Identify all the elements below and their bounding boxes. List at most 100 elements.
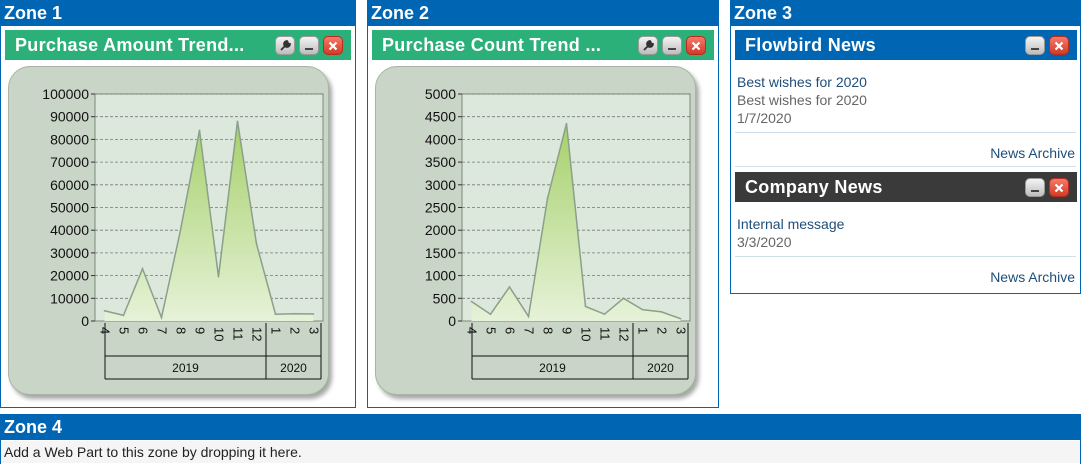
x-tick-label: 9 (193, 327, 208, 334)
y-tick-label: 20000 (50, 268, 89, 284)
purchase-amount-chart: 0 10000 20000 30000 40000 50000 60000 70000 8000… (42, 86, 324, 380)
purchase-amount-title-bar: Purchase Amount Trend... (5, 30, 351, 60)
data-point (527, 315, 530, 318)
y-tick-label: 60000 (50, 177, 89, 193)
data-point (660, 311, 663, 313)
data-point (179, 229, 182, 231)
x-tick-label: 6 (136, 327, 151, 334)
data-point (622, 297, 625, 300)
y-tick-label: 3500 (425, 154, 456, 170)
purchase-count-chart: 0 500 1000 1500 2000 2500 3000 3500 4000 4500 5000… (425, 86, 691, 380)
zone-3: Zone 3 Flowbird News Best wishes for 202… (730, 0, 1081, 294)
data-point (584, 305, 587, 308)
data-point (641, 308, 644, 311)
close-icon[interactable] (1049, 178, 1069, 197)
y-tick-label: 10000 (50, 290, 89, 306)
y-tick-label: 30000 (50, 245, 89, 261)
data-point (565, 122, 568, 125)
divider (735, 256, 1076, 257)
purchase-amount-title[interactable]: Purchase Amount Trend... (15, 35, 245, 55)
y-tick-label: 1500 (425, 245, 456, 261)
company-news-list: Internal message 3/3/2020 (737, 215, 1077, 251)
company-news-title[interactable]: Company News (745, 177, 883, 197)
y-tick-label: 2500 (425, 200, 456, 216)
y-tick-label: 0 (81, 313, 89, 329)
purchase-count-title-bar: Purchase Count Trend ... (372, 30, 714, 60)
purchase-amount-chart-frame: 0 10000 20000 30000 40000 50000 60000 70000 8000… (8, 66, 329, 395)
x-tick-label: 4 (98, 327, 113, 334)
zone-2-header: Zone 2 (368, 1, 718, 26)
close-icon[interactable] (323, 36, 343, 55)
data-point (198, 129, 201, 132)
x-tick-label: 5 (117, 327, 132, 334)
zone-1: Zone 1 Purchase Amount Trend... 0 10000 20… (0, 0, 356, 408)
data-point (679, 317, 682, 320)
minimize-icon[interactable] (662, 36, 682, 55)
webpart-controls (275, 36, 343, 55)
minimize-icon[interactable] (1025, 36, 1045, 55)
data-point (312, 313, 315, 315)
data-point (603, 313, 606, 315)
y-tick-label: 100000 (42, 86, 89, 102)
minimize-icon[interactable] (299, 36, 319, 55)
flowbird-news-list: Best wishes for 2020 Best wishes for 202… (737, 73, 1077, 127)
data-point (255, 243, 258, 245)
zone-3-header: Zone 3 (731, 1, 1080, 26)
minimize-icon[interactable] (1025, 178, 1045, 197)
news-item-date: 1/7/2020 (737, 110, 792, 126)
y-tick-label: 1000 (425, 268, 456, 284)
close-icon[interactable] (686, 36, 706, 55)
zone-4-header: Zone 4 (1, 415, 1080, 440)
zone-4: Zone 4 Add a Web Part to this zone by dr… (0, 414, 1081, 464)
x-tick-label: 11 (598, 327, 613, 341)
data-point (546, 197, 549, 200)
data-point (274, 313, 277, 315)
news-item-link[interactable]: Best wishes for 2020 (737, 73, 1077, 91)
x-tick-label: 6 (503, 327, 518, 334)
flowbird-news-title[interactable]: Flowbird News (745, 35, 876, 55)
x-tick-label: 11 (231, 327, 246, 341)
x-group-label: 2020 (280, 361, 307, 375)
zone-1-header: Zone 1 (1, 1, 355, 26)
purchase-count-chart-frame: 0 500 1000 1500 2000 2500 3000 3500 4000 4500 5000… (375, 66, 696, 395)
x-tick-label: 12 (250, 327, 265, 341)
wrench-icon[interactable] (275, 36, 295, 55)
y-tick-label: 70000 (50, 154, 89, 170)
data-point (470, 300, 473, 303)
divider (735, 166, 1076, 167)
y-tick-label: 40000 (50, 222, 89, 238)
x-tick-label: 8 (541, 327, 556, 334)
y-tick-label: 80000 (50, 131, 89, 147)
y-tick-label: 500 (433, 290, 457, 306)
divider (735, 132, 1076, 133)
news-archive-link[interactable]: News Archive (990, 269, 1075, 285)
y-tick-label: 0 (448, 313, 456, 329)
data-point (141, 267, 144, 270)
x-group-label: 2019 (172, 361, 199, 375)
x-tick-label: 10 (579, 327, 594, 341)
y-tick-label: 2000 (425, 222, 456, 238)
x-group-label: 2019 (539, 361, 566, 375)
x-tick-label: 8 (174, 327, 189, 334)
x-tick-label: 9 (560, 327, 575, 334)
x-tick-label: 12 (617, 327, 632, 341)
close-icon[interactable] (1049, 36, 1069, 55)
drop-zone-hint[interactable]: Add a Web Part to this zone by dropping … (1, 441, 1080, 463)
news-item-link[interactable]: Internal message (737, 215, 1077, 233)
news-item-date: 3/3/2020 (737, 234, 792, 250)
data-point (236, 120, 239, 123)
y-tick-label: 5000 (425, 86, 456, 102)
data-point (293, 312, 296, 315)
purchase-count-title[interactable]: Purchase Count Trend ... (382, 35, 601, 55)
flowbird-news-title-bar: Flowbird News (735, 30, 1077, 60)
x-group-label: 2020 (647, 361, 674, 375)
x-tick-label: 2 (655, 327, 670, 334)
x-tick-label: 7 (522, 327, 537, 334)
x-tick-label: 5 (484, 327, 499, 334)
company-news-title-bar: Company News (735, 172, 1077, 202)
x-tick-label: 2 (288, 327, 303, 334)
webpart-controls (638, 36, 706, 55)
news-archive-link[interactable]: News Archive (990, 145, 1075, 161)
y-tick-label: 3000 (425, 177, 456, 193)
wrench-icon[interactable] (638, 36, 658, 55)
